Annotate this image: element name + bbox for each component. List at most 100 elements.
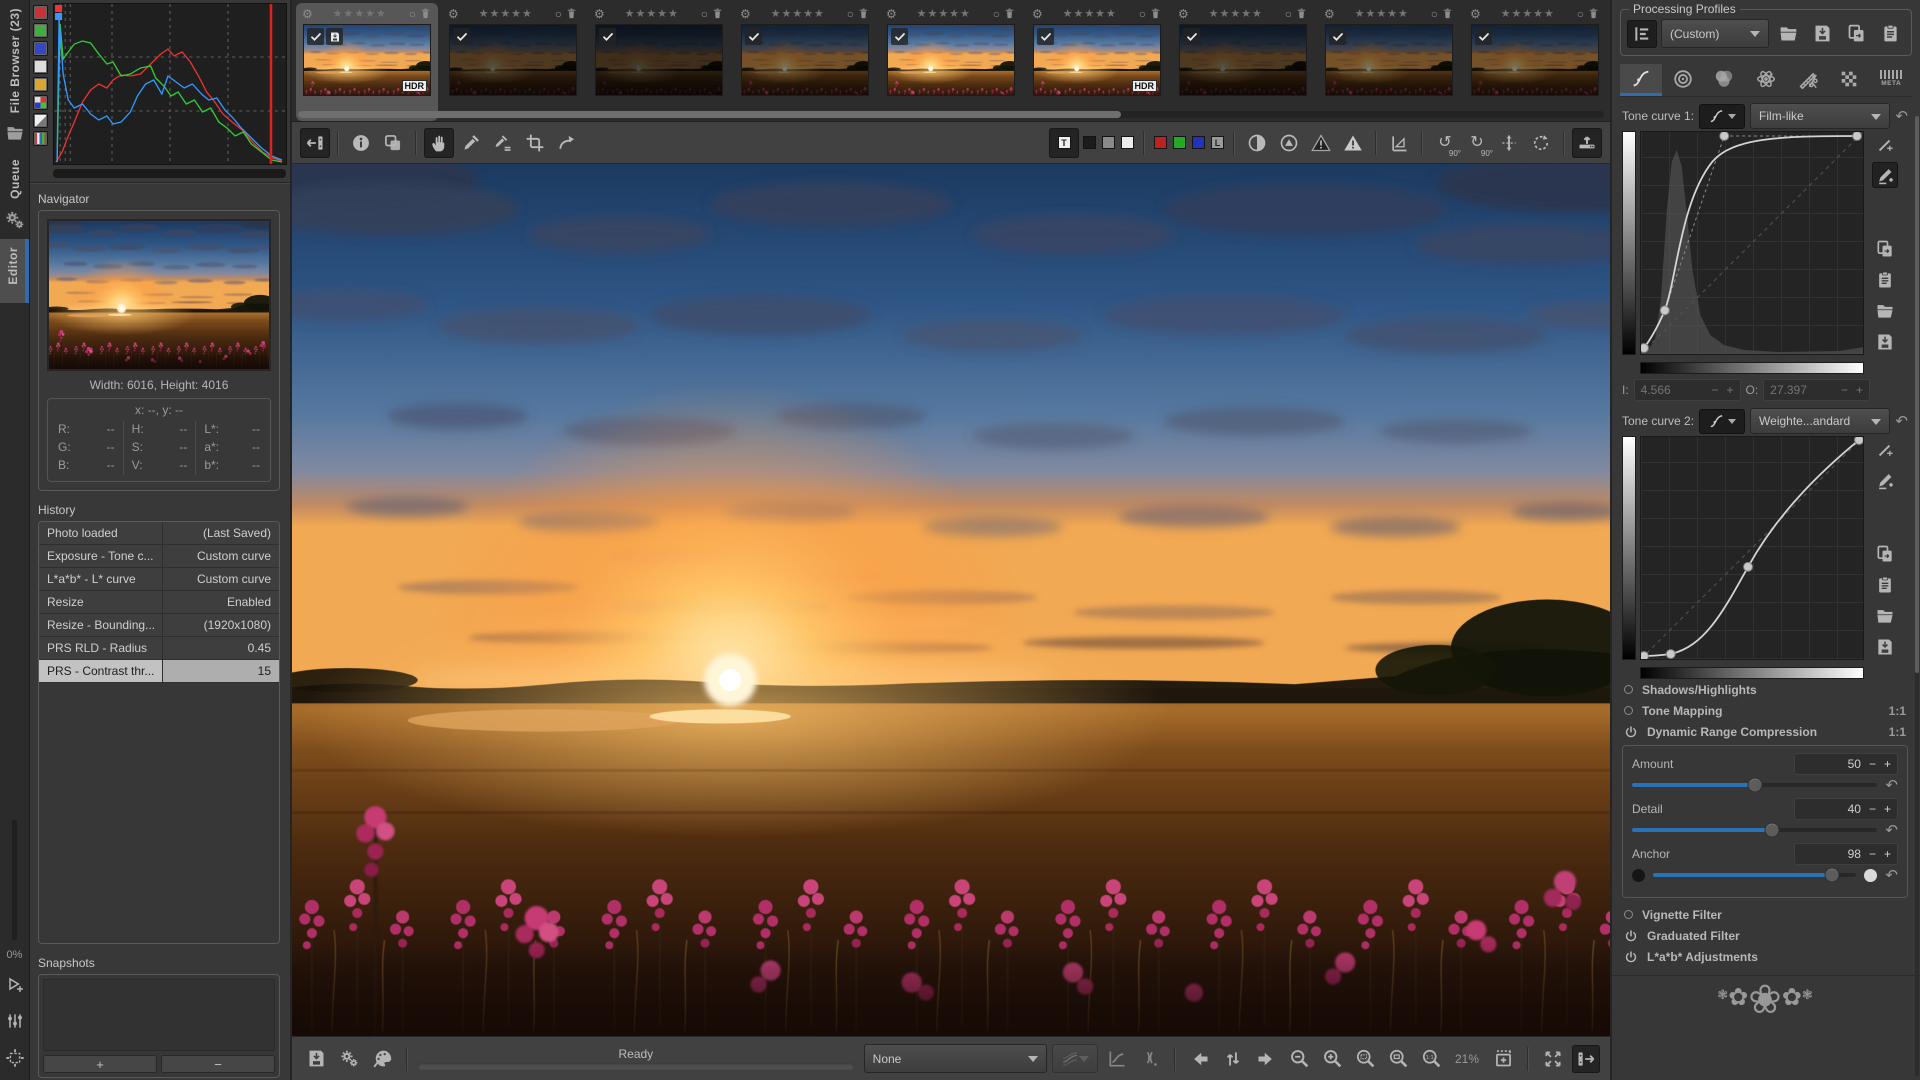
thumbnail-gear-icon[interactable]: ⚙ xyxy=(740,8,751,20)
gamut-check-button[interactable] xyxy=(1274,128,1304,158)
filmstrip-thumbnail[interactable]: ⚙ ★★★★★ ○ xyxy=(734,3,876,121)
edit-node-button[interactable] xyxy=(1872,436,1898,462)
thumbnail-trash-icon[interactable] xyxy=(1587,7,1600,20)
curve-type-1-button[interactable] xyxy=(1699,103,1746,129)
slider-track[interactable] xyxy=(1632,777,1878,793)
paste-curve-button[interactable] xyxy=(1872,267,1898,293)
history-row[interactable]: Resize - Bounding... (1920x1080) xyxy=(39,614,279,637)
edit-node-button[interactable] xyxy=(1872,131,1898,157)
rotate-right-button[interactable]: ↻ 90° xyxy=(1462,128,1493,158)
thumbnail-image[interactable]: HDR xyxy=(303,24,431,96)
bg-white-chip[interactable] xyxy=(1121,136,1134,149)
tool-section-header[interactable]: Vignette Filter xyxy=(1622,904,1908,925)
filter-settings-button[interactable] xyxy=(1,1007,29,1035)
slider-spinner[interactable]: 50 − + xyxy=(1794,753,1898,775)
thumbnail-color-label-icon[interactable]: ○ xyxy=(1431,7,1438,21)
slider-spinner[interactable]: 98 − + xyxy=(1794,843,1898,865)
thumbnail-image[interactable] xyxy=(741,24,869,96)
thumbnail-color-label-icon[interactable]: ○ xyxy=(701,7,708,21)
highlight-clipping-button[interactable] xyxy=(1338,128,1368,158)
thumbnail-gear-icon[interactable]: ⚙ xyxy=(1032,8,1043,20)
histogram-raw-toggle[interactable] xyxy=(33,113,48,128)
slider-knob[interactable] xyxy=(1764,822,1780,838)
load-curve-button[interactable] xyxy=(1872,298,1898,324)
hide-left-panel-button[interactable] xyxy=(300,127,330,158)
history-row[interactable]: L*a*b* - L* curve Custom curve xyxy=(39,568,279,591)
fill-mode-button[interactable] xyxy=(1627,19,1657,48)
plus-icon[interactable]: + xyxy=(1884,847,1891,861)
section-power-icon[interactable] xyxy=(1624,725,1638,739)
straighten-tool-button[interactable] xyxy=(552,128,582,158)
bg-dark-chip[interactable] xyxy=(1083,136,1096,149)
image-info-button[interactable] xyxy=(346,128,376,158)
tab-detail[interactable] xyxy=(1662,64,1704,96)
curve-type-2-button[interactable] xyxy=(1699,408,1746,434)
slider-knob[interactable] xyxy=(1824,867,1840,883)
send-to-editor-button[interactable] xyxy=(368,1045,396,1073)
crop-tool-button[interactable] xyxy=(520,128,550,158)
soft-proof-select[interactable] xyxy=(1052,1044,1098,1073)
right-panel-scrollbar[interactable] xyxy=(1915,116,1919,1076)
tool-section-header[interactable]: Dynamic Range Compression 1:1 xyxy=(1622,721,1908,742)
thumbnail-size-slider[interactable] xyxy=(12,820,17,940)
history-row[interactable]: PRS RLD - Radius 0.45 xyxy=(39,637,279,660)
tab-metadata[interactable]: META xyxy=(1870,64,1912,96)
plus-icon[interactable]: + xyxy=(1726,383,1733,397)
filmstrip-thumbnail[interactable]: ⚙ ★★★★★ ○ xyxy=(880,3,1022,121)
tab-file-browser[interactable]: File Browser (23) xyxy=(0,0,29,151)
thumbnail-star-rating[interactable]: ★★★★★ xyxy=(1336,7,1428,20)
load-curve-button[interactable] xyxy=(1872,603,1898,629)
soft-proofing-button[interactable] xyxy=(1103,1045,1131,1073)
tool-section-header[interactable]: Tone Mapping 1:1 xyxy=(1622,700,1908,721)
minus-icon[interactable]: − xyxy=(1841,383,1848,397)
plus-icon[interactable]: + xyxy=(1884,757,1891,771)
new-detail-window-button[interactable] xyxy=(1489,1045,1517,1073)
fullscreen-button[interactable] xyxy=(1539,1045,1567,1073)
thumbnail-color-label-icon[interactable]: ○ xyxy=(555,7,562,21)
tab-editor[interactable]: Editor xyxy=(0,239,29,303)
next-image-button[interactable] xyxy=(1252,1045,1280,1073)
filmstrip-thumbnail[interactable]: ⚙ ★★★★★ ○ HDR xyxy=(296,3,438,121)
add-snapshot-button[interactable]: + xyxy=(43,1055,157,1073)
minus-icon[interactable]: − xyxy=(1711,383,1718,397)
plus-icon[interactable]: + xyxy=(1884,802,1891,816)
thumbnail-image[interactable] xyxy=(1325,24,1453,96)
tab-color[interactable] xyxy=(1703,64,1745,96)
remove-snapshot-button[interactable]: − xyxy=(161,1055,275,1073)
reset-slider-icon[interactable]: ↶ xyxy=(1885,821,1898,839)
sort-order-button[interactable] xyxy=(1219,1045,1247,1073)
edit-pencil-button[interactable] xyxy=(1872,467,1898,493)
filmstrip-thumbnail[interactable]: ⚙ ★★★★★ ○ xyxy=(442,3,584,121)
filmstrip-thumbnail[interactable]: ⚙ ★★★★★ ○ xyxy=(1172,3,1314,121)
minus-icon[interactable]: − xyxy=(1869,802,1876,816)
thumbnail-trash-icon[interactable] xyxy=(419,7,432,20)
save-image-button[interactable] xyxy=(302,1045,330,1073)
paste-curve-button[interactable] xyxy=(1872,572,1898,598)
output-value-spinner[interactable]: 27.397 − + xyxy=(1763,379,1870,401)
thumbnail-trash-icon[interactable] xyxy=(711,7,724,20)
zoom-fit-crop-button[interactable] xyxy=(1384,1045,1412,1073)
thumbnail-image[interactable] xyxy=(887,24,1015,96)
reset-curve-1-icon[interactable]: ↶ xyxy=(1895,107,1908,125)
thumbnail-star-rating[interactable]: ★★★★★ xyxy=(460,7,552,20)
paste-profile-button[interactable] xyxy=(1875,20,1905,48)
thumbnail-gear-icon[interactable]: ⚙ xyxy=(1324,8,1335,20)
filmstrip-thumbnail[interactable]: ⚙ ★★★★★ ○ xyxy=(1464,3,1606,121)
tab-exposure[interactable] xyxy=(1620,64,1662,96)
thumbnail-star-rating[interactable]: ★★★★★ xyxy=(606,7,698,20)
flip-vertical-button[interactable] xyxy=(1494,128,1524,158)
reset-curve-2-icon[interactable]: ↶ xyxy=(1895,412,1908,430)
curve-mode-2-select[interactable]: Weighte...andard xyxy=(1750,408,1891,434)
section-radio-icon[interactable] xyxy=(1624,910,1633,919)
flip-horizontal-button[interactable] xyxy=(1526,128,1556,158)
thumbnail-trash-icon[interactable] xyxy=(1441,7,1454,20)
hand-tool-button[interactable] xyxy=(424,127,454,158)
image-canvas[interactable] xyxy=(292,164,1610,1036)
shadow-clipping-button[interactable] xyxy=(1306,128,1336,158)
thumbnail-image[interactable] xyxy=(595,24,723,96)
thumbnail-gear-icon[interactable]: ⚙ xyxy=(594,8,605,20)
white-balance-picker-button[interactable] xyxy=(456,128,486,158)
slider-track[interactable] xyxy=(1632,822,1878,838)
histogram-scrollbar[interactable] xyxy=(53,169,286,178)
thumbnail-star-rating[interactable]: ★★★★★ xyxy=(314,7,406,20)
